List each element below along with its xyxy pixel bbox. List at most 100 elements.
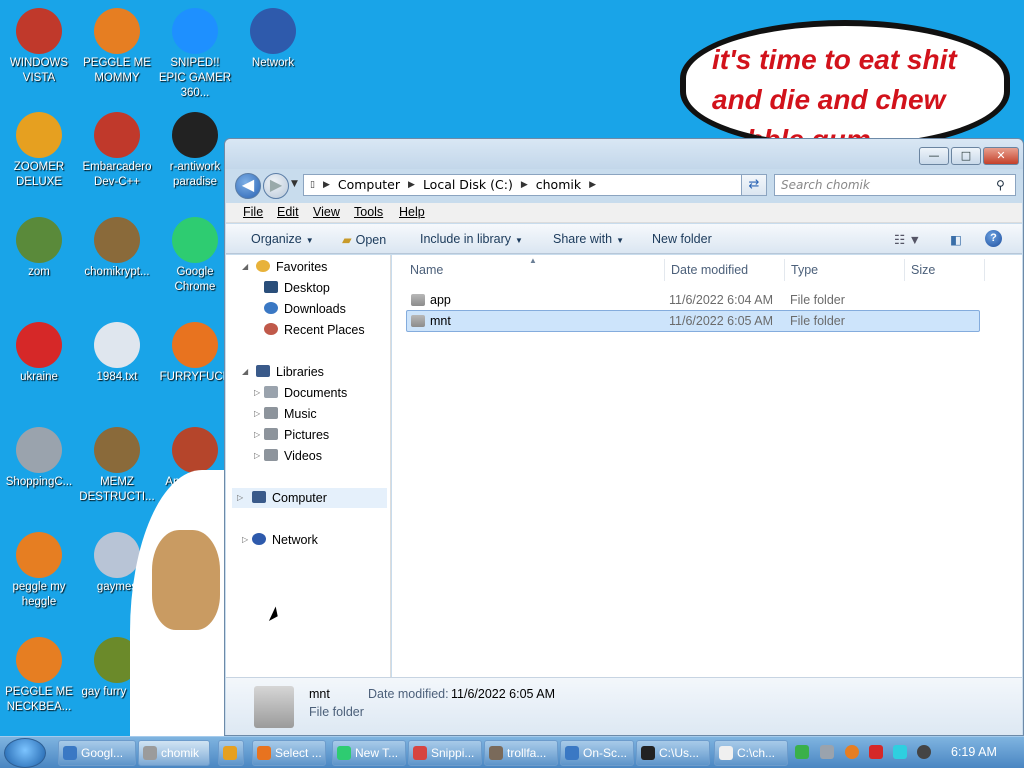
pictures-icon xyxy=(264,428,278,440)
organize-button[interactable]: Organize ▼ xyxy=(251,232,314,246)
collapsed-arrow-icon[interactable]: ▷ xyxy=(254,383,260,403)
expand-arrow-icon[interactable]: ◢ xyxy=(242,362,248,382)
taskbar-button-7[interactable]: On-Sc... xyxy=(560,740,634,766)
tray-flag-icon[interactable] xyxy=(869,745,883,759)
file-row-mnt[interactable]: mnt 11/6/2022 6:05 AM File folder xyxy=(406,310,980,332)
nav-documents[interactable]: ▷ Documents xyxy=(254,383,347,403)
taskbar-button-3[interactable]: Select ... xyxy=(252,740,326,766)
forward-arrow-icon[interactable]: ▶ xyxy=(263,173,289,199)
breadcrumb-chomik[interactable]: chomik xyxy=(536,175,581,195)
desktop-icon-12[interactable]: FURRYFUCK xyxy=(156,322,234,385)
collapsed-arrow-icon[interactable]: ▷ xyxy=(254,446,260,466)
desktop-icon-13[interactable]: ShoppingC... xyxy=(0,427,78,490)
column-divider[interactable] xyxy=(984,259,985,281)
desktop-icon-8[interactable]: chomikrypt... xyxy=(78,217,156,280)
close-button[interactable]: ✕ xyxy=(983,147,1019,165)
desktop-icon-18[interactable]: PEGGLE ME NECKBEA... xyxy=(0,637,78,715)
desktop-icon-0[interactable]: WINDOWS VISTA xyxy=(0,8,78,86)
expand-arrow-icon[interactable]: ◢ xyxy=(242,257,248,277)
nav-computer[interactable]: ▷ Computer xyxy=(232,488,387,508)
chevron-right-icon[interactable]: ▶ xyxy=(408,175,415,195)
tray-app-icon[interactable] xyxy=(820,745,834,759)
chevron-right-icon[interactable]: ▶ xyxy=(521,175,528,195)
menu-tools[interactable]: Tools xyxy=(354,205,383,219)
nav-pictures[interactable]: ▷ Pictures xyxy=(254,425,329,445)
taskbar-button-2[interactable] xyxy=(218,740,244,766)
breadcrumb-local-disk[interactable]: Local Disk (C:) xyxy=(423,175,513,195)
folder-icon xyxy=(411,294,425,306)
chevron-right-icon[interactable]: ▶ xyxy=(589,175,596,195)
chevron-right-icon[interactable]: ▶ xyxy=(323,175,330,195)
desktop-icon-4[interactable]: ZOOMER DELUXE xyxy=(0,112,78,190)
nav-network[interactable]: ▷ Network xyxy=(242,530,318,550)
address-bar[interactable]: ▯ ▶ Computer ▶ Local Disk (C:) ▶ chomik … xyxy=(303,174,767,196)
column-header-name[interactable]: Name xyxy=(410,263,443,277)
menu-file[interactable]: File xyxy=(243,205,263,219)
menu-view[interactable]: View xyxy=(313,205,340,219)
desktop-icon-7[interactable]: zom xyxy=(0,217,78,280)
share-with-button[interactable]: Share with ▼ xyxy=(553,232,624,246)
desktop-icon-16[interactable]: peggle my heggle xyxy=(0,532,78,610)
nav-music[interactable]: ▷ Music xyxy=(254,404,317,424)
taskbar-button-8[interactable]: C:\Us... xyxy=(636,740,710,766)
column-divider[interactable] xyxy=(904,259,905,281)
nav-libraries[interactable]: ◢ Libraries xyxy=(242,362,324,382)
desktop-icon-11[interactable]: 1984.txt xyxy=(78,322,156,385)
back-arrow-icon[interactable]: ◀ xyxy=(235,173,261,199)
nav-recent-places[interactable]: Recent Places xyxy=(264,320,365,340)
desktop-icon-14[interactable]: MEMZ DESTRUCTI... xyxy=(78,427,156,505)
open-button[interactable]: ▰ Open xyxy=(342,232,386,247)
menu-edit[interactable]: Edit xyxy=(277,205,299,219)
breadcrumb-computer[interactable]: Computer xyxy=(338,175,400,195)
menu-help[interactable]: Help xyxy=(399,205,425,219)
desktop-icon-3[interactable]: Network xyxy=(234,8,312,71)
desktop-icon-label: SNIPED!! EPIC GAMER 360... xyxy=(158,57,232,99)
tray-search-icon[interactable] xyxy=(845,745,859,759)
desktop-icon-9[interactable]: Google Chrome xyxy=(156,217,234,295)
desktop-icon-1[interactable]: PEGGLE ME MOMMY xyxy=(78,8,156,86)
taskbar-button-5[interactable]: Snippi... xyxy=(408,740,482,766)
file-row-app[interactable]: app 11/6/2022 6:04 AM File folder xyxy=(406,289,980,311)
desktop-icon-10[interactable]: ukraine xyxy=(0,322,78,385)
column-divider[interactable] xyxy=(664,259,665,281)
nav-desktop[interactable]: Desktop xyxy=(264,278,330,298)
collapsed-arrow-icon[interactable]: ▷ xyxy=(237,488,243,508)
search-icon[interactable]: ⚲ xyxy=(996,178,1005,192)
recent-pages-chevron-icon[interactable]: ▼ xyxy=(291,179,298,189)
title-bar[interactable]: — □ ✕ xyxy=(225,139,1023,169)
preview-pane-icon[interactable]: ◧ xyxy=(950,232,962,247)
taskbar-button-9[interactable]: C:\ch... xyxy=(714,740,788,766)
tray-network-icon[interactable] xyxy=(795,745,809,759)
collapsed-arrow-icon[interactable]: ▷ xyxy=(254,404,260,424)
desktop-icon-6[interactable]: r-antiwork paradise xyxy=(156,112,234,190)
tray-volume-icon[interactable] xyxy=(917,745,931,759)
nav-favorites[interactable]: ◢ Favorites xyxy=(242,257,327,277)
new-folder-button[interactable]: New folder xyxy=(652,232,712,246)
view-options-icon[interactable]: ☷ ▼ xyxy=(894,232,921,247)
start-button[interactable] xyxy=(4,738,46,768)
help-icon[interactable]: ? xyxy=(985,230,1002,247)
column-header-type[interactable]: Type xyxy=(791,263,818,277)
taskbar-button-1[interactable]: chomik xyxy=(138,740,210,766)
taskbar-app-icon xyxy=(413,746,427,760)
refresh-icon[interactable]: ⇄ xyxy=(741,174,767,196)
taskbar-button-4[interactable]: New T... xyxy=(332,740,406,766)
nav-videos[interactable]: ▷ Videos xyxy=(254,446,322,466)
clock[interactable]: 6:19 AM xyxy=(951,745,997,759)
maximize-button[interactable]: □ xyxy=(951,147,981,165)
include-in-library-button[interactable]: Include in library ▼ xyxy=(420,232,523,246)
app-icon xyxy=(94,532,140,578)
column-header-date[interactable]: Date modified xyxy=(671,263,748,277)
desktop-icon-2[interactable]: SNIPED!! EPIC GAMER 360... xyxy=(156,8,234,101)
collapsed-arrow-icon[interactable]: ▷ xyxy=(254,425,260,445)
taskbar-button-6[interactable]: trollfa... xyxy=(484,740,558,766)
collapsed-arrow-icon[interactable]: ▷ xyxy=(242,530,248,550)
nav-downloads[interactable]: Downloads xyxy=(264,299,346,319)
taskbar-button-0[interactable]: Googl... xyxy=(58,740,136,766)
column-header-size[interactable]: Size xyxy=(911,263,935,277)
column-divider[interactable] xyxy=(784,259,785,281)
search-input[interactable]: Search chomik xyxy=(774,174,1016,196)
tray-monitor-icon[interactable] xyxy=(893,745,907,759)
desktop-icon-5[interactable]: Embarcadero Dev-C++ xyxy=(78,112,156,190)
minimize-button[interactable]: — xyxy=(919,147,949,165)
